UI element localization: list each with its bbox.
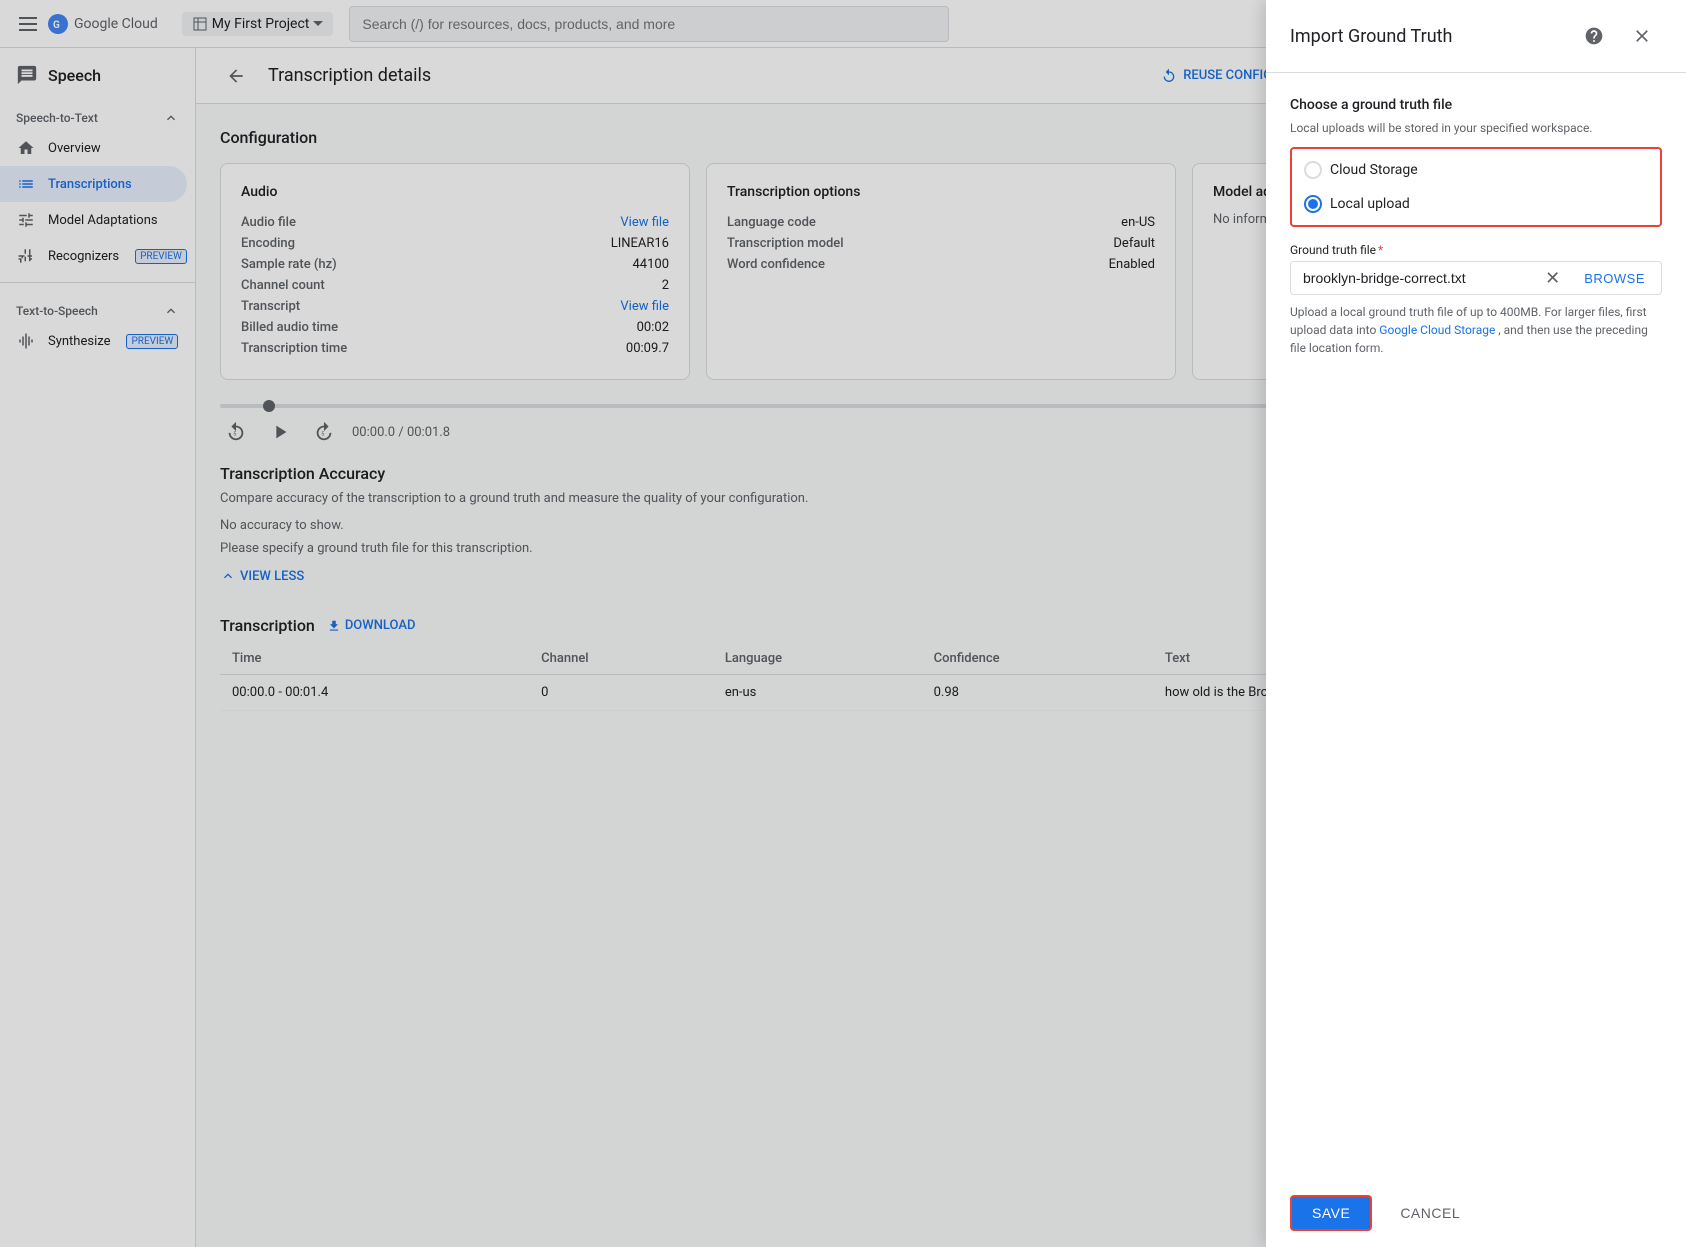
drawer-close-icon[interactable] bbox=[1622, 16, 1662, 56]
google-cloud-storage-link[interactable]: Google Cloud Storage bbox=[1379, 323, 1495, 337]
cloud-storage-option[interactable]: Cloud Storage bbox=[1292, 153, 1660, 187]
cancel-button[interactable]: CANCEL bbox=[1384, 1197, 1476, 1229]
local-upload-radio[interactable] bbox=[1304, 195, 1322, 213]
cloud-storage-label: Cloud Storage bbox=[1330, 162, 1418, 178]
drawer-title: Import Ground Truth bbox=[1290, 26, 1452, 47]
drawer-footer: SAVE CANCEL bbox=[1266, 1179, 1686, 1247]
drawer-header: Import Ground Truth bbox=[1266, 0, 1686, 73]
save-button[interactable]: SAVE bbox=[1290, 1195, 1372, 1231]
import-ground-truth-drawer: Import Ground Truth Choose a ground trut… bbox=[1266, 0, 1686, 1247]
file-clear-button[interactable]: ✕ bbox=[1537, 268, 1568, 289]
browse-button[interactable]: BROWSE bbox=[1568, 263, 1661, 294]
ground-truth-file-input[interactable] bbox=[1291, 262, 1537, 294]
cloud-storage-radio[interactable] bbox=[1304, 161, 1322, 179]
choose-file-label: Choose a ground truth file bbox=[1290, 97, 1662, 113]
file-input-row: ✕ BROWSE bbox=[1290, 261, 1662, 295]
storage-type-radio-group: Cloud Storage Local upload bbox=[1290, 147, 1662, 227]
required-star: * bbox=[1378, 243, 1383, 257]
file-hint: Upload a local ground truth file of up t… bbox=[1290, 303, 1662, 357]
drawer-header-icons bbox=[1574, 16, 1662, 56]
drawer-help-icon[interactable] bbox=[1574, 16, 1614, 56]
drawer-body: Choose a ground truth file Local uploads… bbox=[1266, 73, 1686, 1179]
file-input-label: Ground truth file * bbox=[1290, 243, 1662, 257]
local-uploads-note: Local uploads will be stored in your spe… bbox=[1290, 121, 1662, 135]
local-upload-label: Local upload bbox=[1330, 196, 1410, 212]
local-upload-option[interactable]: Local upload bbox=[1292, 187, 1660, 221]
